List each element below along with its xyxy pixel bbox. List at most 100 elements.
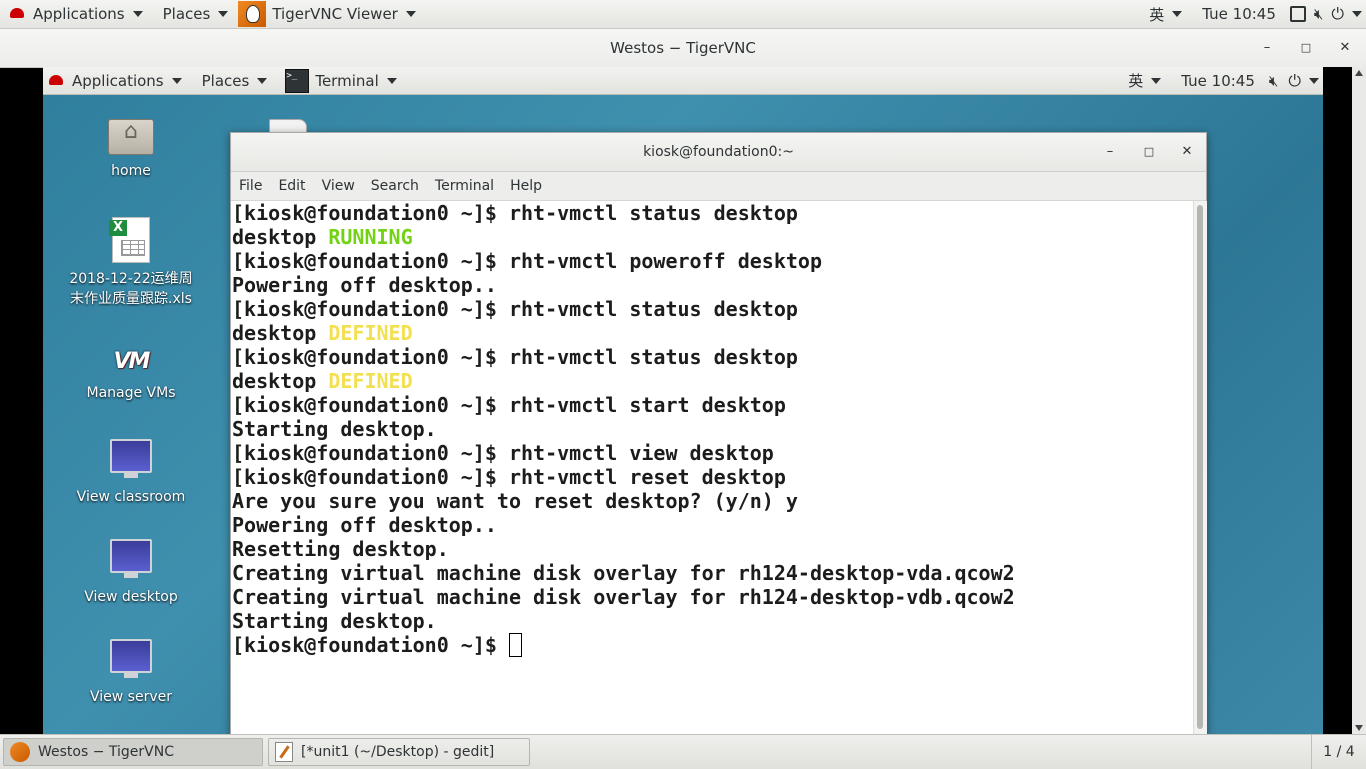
menu-edit[interactable]: Edit [270, 178, 313, 194]
workspace-indicator[interactable]: 1 / 4 [1311, 735, 1366, 769]
remote-clock[interactable]: Tue 10:45 [1171, 67, 1265, 94]
desktop-icon-label: View server [90, 689, 172, 705]
remote-top-bar: Applications Places >_ Terminal 英 Tue 10… [43, 67, 1323, 95]
input-method-label: 英 [1128, 72, 1144, 90]
vnc-window-titlebar[interactable]: Westos − TigerVNC – □ ✕ [0, 29, 1366, 68]
desktop-icon-view-desktop[interactable]: View desktop [66, 539, 196, 607]
tigervnc-icon [238, 1, 267, 27]
remote-app-menu[interactable]: >_ Terminal [277, 67, 406, 94]
outer-app-label: TigerVNC Viewer [272, 5, 398, 23]
terminal-line: [kiosk@foundation0 ~]$ rht-vmctl status … [232, 345, 798, 369]
terminal-line: [kiosk@foundation0 ~]$ rht-vmctl reset d… [232, 465, 786, 489]
spreadsheet-icon: X [109, 217, 150, 263]
redhat-logo-icon [49, 74, 63, 85]
menu-terminal[interactable]: Terminal [427, 178, 502, 194]
terminal-line: desktop RUNNING [232, 225, 413, 249]
power-icon: ⏻ [1288, 70, 1301, 90]
chevron-down-icon [1309, 77, 1319, 84]
monitor-icon [110, 639, 152, 678]
terminal-window[interactable]: kiosk@foundation0:~ – □ ✕ File Edit View… [230, 132, 1207, 734]
outer-input-method[interactable]: 英 [1139, 0, 1192, 28]
chevron-down-icon [132, 11, 143, 17]
remote-app-label: Terminal [315, 71, 379, 90]
terminal-minimize-button[interactable]: – [1099, 141, 1121, 163]
desktop-icon-label: home [111, 163, 151, 179]
remote-system-menu[interactable]: ⏻ [1282, 67, 1323, 94]
taskbar-item-gedit[interactable]: [*unit1 (~/Desktop) - gedit] [268, 738, 530, 766]
scroll-up-icon[interactable] [1355, 70, 1363, 76]
remote-desktop[interactable]: Applications Places >_ Terminal 英 Tue 10… [43, 67, 1323, 734]
desktop-icon-label: 2018-12-22运维周末作业质量跟踪.xls [69, 271, 193, 307]
menu-help[interactable]: Help [502, 178, 550, 194]
status-running: RUNNING [328, 225, 413, 249]
terminal-line: [kiosk@foundation0 ~]$ rht-vmctl status … [232, 201, 798, 225]
vnc-window-title: Westos − TigerVNC [610, 39, 756, 57]
bottom-taskbar: Westos − TigerVNC [*unit1 (~/Desktop) - … [0, 734, 1366, 769]
volume-muted-icon[interactable]: 🔇︎ [1265, 67, 1282, 94]
desktop-icon-label: Manage VMs [86, 385, 176, 401]
menu-file[interactable]: File [231, 178, 270, 194]
vm-manager-icon: VM [113, 349, 151, 374]
remote-applications-label: Applications [72, 71, 164, 90]
chevron-down-icon [1352, 11, 1362, 17]
outer-top-bar: Applications Places TigerVNC Viewer 英 Tu… [0, 0, 1366, 29]
desktop-icon-view-server[interactable]: View server [66, 639, 196, 707]
chevron-down-icon [218, 11, 229, 17]
terminal-scrollbar-thumb[interactable] [1197, 205, 1203, 729]
vnc-minimize-button[interactable]: – [1256, 37, 1278, 59]
outer-applications-menu[interactable]: Applications [0, 0, 153, 28]
terminal-line: [kiosk@foundation0 ~]$ rht-vmctl status … [232, 297, 798, 321]
terminal-line: [kiosk@foundation0 ~]$ rht-vmctl powerof… [232, 249, 823, 273]
outer-places-label: Places [162, 5, 211, 23]
outer-places-menu[interactable]: Places [153, 0, 239, 28]
desktop-icon-xls[interactable]: X 2018-12-22运维周末作业质量跟踪.xls [66, 217, 196, 309]
vnc-close-button[interactable]: ✕ [1334, 37, 1356, 59]
terminal-line: Creating virtual machine disk overlay fo… [232, 561, 1015, 585]
scroll-down-icon[interactable] [1355, 725, 1363, 731]
volume-muted-icon[interactable]: 🔇︎ [1310, 0, 1327, 28]
outer-app-menu[interactable]: TigerVNC Viewer [238, 0, 426, 28]
terminal-menubar: File Edit View Search Terminal Help [231, 172, 1206, 201]
terminal-line: Starting desktop. [232, 609, 437, 633]
terminal-scrollbar[interactable] [1193, 201, 1207, 734]
terminal-titlebar[interactable]: kiosk@foundation0:~ – □ ✕ [231, 133, 1206, 172]
remote-places-menu[interactable]: Places [192, 67, 278, 94]
terminal-title: kiosk@foundation0:~ [643, 144, 794, 160]
folder-home-icon [108, 119, 154, 155]
terminal-output[interactable]: [kiosk@foundation0 ~]$ rht-vmctl status … [231, 201, 1193, 734]
desktop-icon-manage-vms[interactable]: VM Manage VMs [66, 347, 196, 403]
system-menu[interactable]: ⏻ [1327, 0, 1366, 28]
desktop-icon-view-classroom[interactable]: View classroom [66, 439, 196, 507]
terminal-line-text: desktop [232, 225, 329, 249]
remote-input-method[interactable]: 英 [1118, 67, 1171, 94]
chevron-down-icon [1172, 11, 1183, 17]
vnc-vertical-scrollbar[interactable] [1323, 67, 1366, 734]
desktop-icon-label: View desktop [84, 589, 178, 605]
terminal-close-button[interactable]: ✕ [1176, 141, 1198, 163]
taskbar-item-tigervnc[interactable]: Westos − TigerVNC [3, 738, 263, 766]
outer-clock[interactable]: Tue 10:45 [1192, 0, 1286, 28]
text-cursor [508, 633, 522, 657]
desktop-icon-home[interactable]: home [66, 119, 196, 181]
menu-search[interactable]: Search [363, 178, 427, 194]
tigervnc-icon [10, 742, 30, 762]
terminal-line: Powering off desktop.. [232, 273, 497, 297]
terminal-maximize-button[interactable]: □ [1138, 141, 1160, 163]
remote-applications-menu[interactable]: Applications [43, 67, 192, 94]
terminal-icon: >_ [285, 68, 310, 93]
terminal-line: Resetting desktop. [232, 537, 449, 561]
chevron-down-icon [257, 77, 268, 84]
vnc-maximize-button[interactable]: □ [1295, 37, 1317, 59]
terminal-prompt-line[interactable]: [kiosk@foundation0 ~]$ [232, 633, 522, 657]
taskbar-item-label: [*unit1 (~/Desktop) - gedit] [301, 744, 495, 760]
terminal-prompt: [kiosk@foundation0 ~]$ [232, 633, 509, 657]
menu-view[interactable]: View [314, 178, 363, 194]
terminal-line: Are you sure you want to reset desktop? … [232, 489, 798, 513]
screen-icon[interactable] [1286, 0, 1310, 28]
vnc-scrollbar-track[interactable] [1352, 67, 1366, 734]
terminal-line: desktop DEFINED [232, 369, 413, 393]
redhat-logo-icon [10, 8, 24, 18]
power-icon: ⏻ [1331, 4, 1344, 23]
terminal-line: [kiosk@foundation0 ~]$ rht-vmctl start d… [232, 393, 786, 417]
terminal-line-text: desktop [232, 369, 329, 393]
